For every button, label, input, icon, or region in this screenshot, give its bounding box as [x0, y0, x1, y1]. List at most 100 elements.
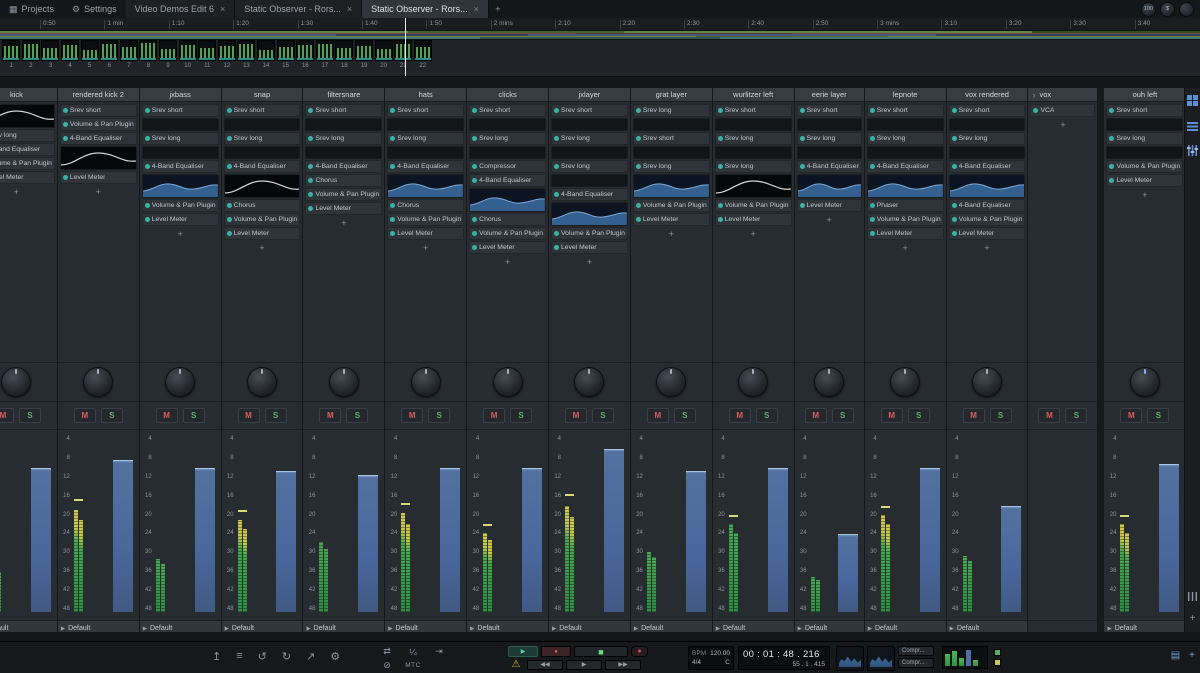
plugin-slot[interactable]: Volume & Pan Plugin — [949, 213, 1026, 226]
plugin-enabled-dot[interactable] — [1109, 164, 1114, 169]
volume-fader-bar[interactable] — [522, 468, 542, 612]
plugin-slot[interactable]: Chorus — [224, 199, 301, 212]
track-thumbnail[interactable]: 1 — [2, 40, 21, 76]
plugin-slot[interactable]: Level Meter — [867, 227, 944, 240]
plugin-slot[interactable]: Volume & Pan Plugin — [867, 213, 944, 226]
fader-preset[interactable]: ▶Default — [1104, 620, 1184, 632]
layout-panes-icon[interactable] — [1187, 93, 1198, 111]
plugin-enabled-dot[interactable] — [145, 217, 150, 222]
plugin-slot[interactable]: Srev long — [0, 129, 55, 142]
add-plugin-button[interactable]: + — [224, 241, 301, 254]
volume-fader-bar[interactable] — [195, 468, 215, 612]
plugin-thumbnail[interactable] — [867, 118, 944, 131]
plugin-thumbnail[interactable] — [1106, 118, 1183, 131]
compressor-button[interactable]: Compr... — [898, 658, 934, 668]
solo-button[interactable]: S — [832, 408, 854, 423]
mute-button[interactable]: M — [401, 408, 423, 423]
track-thumbnail[interactable]: 18 — [335, 40, 354, 76]
volume-fader-bar[interactable] — [1159, 464, 1179, 612]
bpm-value[interactable]: 120.00 — [710, 650, 730, 657]
plugin-slot[interactable]: Srev long — [551, 160, 628, 173]
plugin-enabled-dot[interactable] — [227, 108, 232, 113]
plugin-enabled-dot[interactable] — [63, 108, 68, 113]
plugin-slot[interactable]: Volume & Pan Plugin — [469, 227, 546, 240]
track-name[interactable]: lepnote — [865, 88, 946, 102]
fader-preset[interactable]: ▶Default — [303, 620, 384, 632]
plugin-thumbnail[interactable] — [551, 202, 628, 226]
plugin-enabled-dot[interactable] — [145, 136, 150, 141]
pan-knob[interactable] — [411, 367, 441, 397]
plugin-thumbnail[interactable] — [551, 118, 628, 131]
plugin-enabled-dot[interactable] — [952, 231, 957, 236]
click-off-icon[interactable]: ⊘ — [383, 660, 391, 671]
plugin-slot[interactable]: Srev short — [797, 104, 862, 117]
plugin-slot[interactable]: Chorus — [305, 174, 382, 187]
share-icon[interactable]: ↗ — [306, 650, 315, 663]
plugin-enabled-dot[interactable] — [1033, 108, 1038, 113]
mute-button[interactable]: M — [647, 408, 669, 423]
plugin-enabled-dot[interactable] — [554, 245, 559, 250]
plugin-slot[interactable]: Srev short — [142, 104, 219, 117]
tempo-display[interactable]: BPM 120.00 4/4 C — [688, 646, 734, 670]
fader-preset[interactable]: ▶Default — [549, 620, 630, 632]
fader-preset[interactable]: ▶Default — [631, 620, 712, 632]
plugin-thumbnail[interactable] — [387, 174, 464, 198]
plugin-slot[interactable]: Srev long — [949, 132, 1026, 145]
plugin-thumbnail[interactable] — [224, 174, 301, 198]
mute-button[interactable]: M — [319, 408, 341, 423]
plugin-slot[interactable]: 4-Band Equaliser — [551, 188, 628, 201]
plugin-thumbnail[interactable] — [715, 146, 792, 159]
track-thumbnail[interactable]: 14 — [257, 40, 276, 76]
clip-preview[interactable] — [836, 646, 864, 671]
volume-fader-bar[interactable] — [358, 475, 378, 612]
punch-record-button[interactable]: ● — [541, 646, 571, 657]
plugin-enabled-dot[interactable] — [308, 178, 313, 183]
track-thumbnail[interactable]: 9 — [159, 40, 178, 76]
plugin-enabled-dot[interactable] — [390, 203, 395, 208]
plugin-slot[interactable]: Level Meter — [224, 227, 301, 240]
plugin-slot[interactable]: Srev long — [1106, 132, 1183, 145]
plugin-enabled-dot[interactable] — [472, 231, 477, 236]
add-plugin-button[interactable]: + — [1030, 118, 1095, 131]
plugin-slot[interactable]: Volume & Pan Plugin — [142, 199, 219, 212]
plugin-thumbnail[interactable] — [867, 174, 944, 198]
add-plugin-button[interactable]: + — [469, 255, 546, 268]
plugin-slot[interactable]: Volume & Pan Plugin — [1106, 160, 1183, 173]
plugin-slot[interactable]: 4-Band Equaliser — [60, 132, 137, 145]
plugin-slot[interactable]: Compressor — [469, 160, 546, 173]
track-thumbnail[interactable]: 20 — [374, 40, 393, 76]
close-icon[interactable]: × — [220, 4, 225, 14]
plugin-slot[interactable]: Chorus — [387, 199, 464, 212]
warning-icon[interactable]: ⚠ — [508, 659, 524, 670]
pan-knob[interactable] — [165, 367, 195, 397]
snap-end-icon[interactable]: ⇥ — [435, 646, 443, 657]
track-thumbnail[interactable]: 21 — [394, 40, 413, 76]
plugin-slot[interactable]: 4-Band Equaliser — [949, 199, 1026, 212]
volume-fader-bar[interactable] — [604, 449, 624, 612]
mute-button[interactable]: M — [805, 408, 827, 423]
plugin-enabled-dot[interactable] — [227, 203, 232, 208]
mute-button[interactable]: M — [0, 408, 14, 423]
plugin-slot[interactable]: Srev short — [715, 104, 792, 117]
plugin-slot[interactable]: Volume & Pan Plugin — [387, 213, 464, 226]
undo-icon[interactable]: ↺ — [258, 650, 267, 663]
solo-button[interactable]: S — [908, 408, 930, 423]
plugin-enabled-dot[interactable] — [870, 217, 875, 222]
track-thumbnail[interactable]: 17 — [316, 40, 335, 76]
settings-button[interactable]: ⚙ Settings — [63, 0, 126, 18]
add-icon[interactable]: + — [1189, 650, 1195, 661]
plugin-slot[interactable]: 4-Band Equaliser — [142, 160, 219, 173]
add-plugin-button[interactable]: + — [387, 241, 464, 254]
plugin-slot[interactable]: 4-Band Equaliser — [0, 143, 55, 156]
plugin-enabled-dot[interactable] — [870, 136, 875, 141]
plugin-thumbnail[interactable] — [949, 174, 1026, 198]
plugin-slot[interactable]: Srev long — [387, 132, 464, 145]
track-thumbnail[interactable]: 22 — [413, 40, 432, 76]
mute-button[interactable]: M — [881, 408, 903, 423]
plugin-enabled-dot[interactable] — [636, 203, 641, 208]
plugin-thumbnail[interactable] — [305, 146, 382, 159]
document-tab[interactable]: Static Observer - Rors...× — [235, 0, 362, 18]
plugin-slot[interactable]: Srev long — [224, 132, 301, 145]
status-knob-badge[interactable] — [1179, 2, 1194, 17]
volume-fader-bar[interactable] — [276, 471, 296, 612]
